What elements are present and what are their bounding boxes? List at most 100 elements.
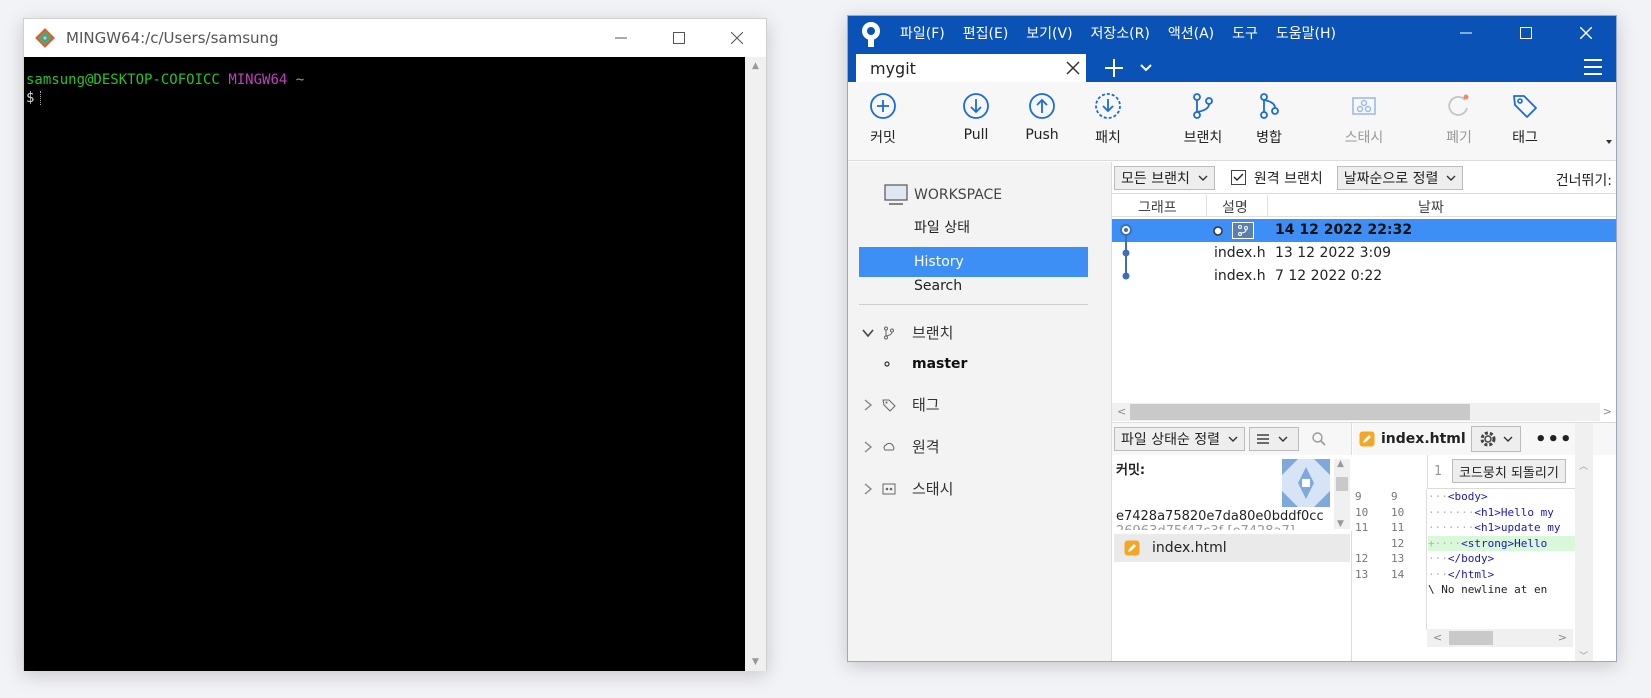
menu-actions[interactable]: 액션(A) [1168, 23, 1214, 43]
maximize-button[interactable] [1496, 16, 1556, 50]
scroll-thumb[interactable] [1336, 477, 1348, 491]
close-tab-icon[interactable] [1064, 59, 1082, 77]
checkmark-icon [1233, 173, 1244, 181]
sidebar-divider [859, 304, 1088, 305]
scroll-right-icon[interactable]: > [1603, 405, 1612, 418]
view-mode-dropdown[interactable] [1249, 427, 1300, 451]
menu-help[interactable]: 도움말(H) [1276, 23, 1336, 43]
diff-line-text: <body> [1447, 490, 1488, 503]
scroll-thumb[interactable] [1449, 631, 1493, 645]
sidebar-item-history[interactable]: History [859, 247, 1088, 277]
title-bar: 파일(F) 편집(E) 보기(V) 저장소(R) 액션(A) 도구 도움말(H)… [848, 16, 1616, 82]
sourcetree-logo-icon [862, 22, 880, 47]
branch-button[interactable]: 브랜치 [1168, 92, 1238, 147]
old-line-number: 9 [1355, 490, 1362, 503]
tag-button[interactable]: 태그 [1490, 92, 1560, 147]
sidebar-section-tags[interactable]: 태그 [862, 394, 940, 415]
metadata-scrollbar[interactable]: ▲ ▼ [1334, 459, 1350, 529]
menu-edit[interactable]: 편집(E) [963, 23, 1009, 43]
sidebar-section-branches[interactable]: 브랜치 [862, 322, 953, 343]
scroll-down-icon[interactable]: ▼ [745, 653, 766, 671]
column-graph[interactable]: 그래프 [1138, 197, 1177, 217]
changed-file-row[interactable]: index.html [1114, 534, 1350, 562]
column-divider[interactable] [1267, 195, 1268, 217]
minimize-button[interactable] [1436, 16, 1496, 50]
chevron-down-icon [1228, 436, 1238, 442]
sidebar-section-remotes[interactable]: 원격 [862, 436, 940, 457]
sidebar-item-file-status[interactable]: 파일 상태 [914, 217, 970, 237]
menu-file[interactable]: 파일(F) [900, 23, 945, 43]
scroll-up-icon[interactable]: ▲ [1337, 459, 1344, 469]
push-button[interactable]: Push [1007, 92, 1077, 143]
diff-line[interactable]: ···</html> [1428, 567, 1578, 583]
chevron-right-icon [864, 398, 873, 411]
search-icon[interactable] [1311, 431, 1327, 447]
diff-line[interactable]: ·······<h1>Hello my [1428, 505, 1578, 521]
scroll-up-icon[interactable]: ▲ [745, 57, 766, 75]
scroll-down-icon[interactable]: ﹀ [1579, 649, 1588, 661]
diff-line[interactable]: ···<body> [1428, 489, 1578, 505]
sort-by-date-dropdown[interactable]: 날짜순으로 정렬 [1336, 165, 1464, 190]
chevron-right-icon [864, 482, 873, 495]
history-horizontal-scrollbar[interactable]: < > [1112, 403, 1612, 421]
diff-line[interactable]: ·······<h1>update my [1428, 520, 1578, 536]
menu-tools[interactable]: 도구 [1232, 23, 1258, 43]
diff-line[interactable]: \ No newline at en [1428, 582, 1578, 598]
diff-horizontal-scrollbar[interactable]: < > [1427, 629, 1573, 647]
maximize-button[interactable] [650, 19, 708, 57]
sidebar-section-stashes[interactable]: 스태시 [862, 478, 953, 499]
commit-hash[interactable]: e7428a75820e7da80e0bddf0cc [1116, 509, 1324, 524]
scroll-up-icon[interactable]: ︿ [1579, 459, 1588, 472]
menu-view[interactable]: 보기(V) [1026, 23, 1072, 43]
stash-button[interactable]: 스태시 [1329, 92, 1399, 147]
column-description[interactable]: 설명 [1222, 197, 1248, 217]
arrow-up-circle-icon [1029, 93, 1055, 119]
revert-hunk-button[interactable]: 코드뭉치 되돌리기 [1452, 459, 1566, 483]
scroll-down-icon[interactable]: ▼ [1337, 519, 1344, 529]
diff-line[interactable]: ···</body> [1428, 551, 1578, 567]
all-branches-dropdown[interactable]: 모든 브랜치 [1114, 165, 1215, 190]
line-number-row: 11 11 [1353, 520, 1426, 536]
new-line-number: 10 [1391, 505, 1405, 519]
changed-files-panel: 파일 상태순 정렬 커밋: ▲ ▼ e7428a75820e7da80e0bdd… [1112, 423, 1352, 661]
menu-repository[interactable]: 저장소(R) [1091, 23, 1150, 43]
toolbar-overflow-icon[interactable] [1606, 140, 1612, 144]
merge-button[interactable]: 병합 [1234, 92, 1304, 147]
diff-options-button[interactable] [1471, 426, 1521, 452]
scroll-left-icon[interactable]: < [1117, 405, 1126, 418]
commit-row[interactable]: index.h 13 12 2022 3:09 [1112, 242, 1616, 265]
hamburger-menu-icon[interactable] [1582, 58, 1604, 76]
column-divider[interactable] [1206, 195, 1207, 217]
tab-dropdown-icon[interactable] [1140, 63, 1152, 73]
prompt-line: samsung@DESKTOP-COFOICC MINGW64 ~ [26, 71, 746, 89]
discard-button[interactable]: 폐기 [1424, 92, 1494, 147]
pull-button[interactable]: Pull [941, 92, 1011, 143]
diff-vertical-scrollbar[interactable]: ︿ ﹀ [1575, 423, 1593, 661]
close-button[interactable] [708, 19, 766, 57]
remote-branches-checkbox[interactable]: 원격 브랜치 [1230, 168, 1323, 188]
stash-icon [882, 483, 896, 494]
commit-button[interactable]: 커밋 [848, 92, 918, 147]
more-options-icon[interactable]: ••• [1535, 429, 1573, 450]
scroll-thumb[interactable] [1130, 404, 1470, 420]
sort-by-status-dropdown[interactable]: 파일 상태순 정렬 [1114, 427, 1246, 451]
repo-tab[interactable]: mygit [856, 54, 1086, 82]
column-date[interactable]: 날짜 [1418, 197, 1444, 217]
merge-icon [1260, 93, 1279, 119]
sidebar-item-master[interactable]: master [884, 356, 967, 372]
commit-row[interactable]: index.h 7 12 2022 0:22 [1112, 265, 1616, 288]
scroll-left-icon[interactable]: < [1433, 631, 1442, 644]
minimize-button[interactable] [592, 19, 650, 57]
hunk-header: 1 코드뭉치 되돌리기 [1427, 455, 1575, 489]
scroll-right-icon[interactable]: > [1558, 631, 1567, 644]
add-tab-icon[interactable] [1103, 57, 1125, 79]
close-button[interactable] [1556, 16, 1616, 50]
commit-row[interactable]: 14 12 2022 22:32 [1112, 219, 1616, 242]
sidebar-item-search[interactable]: Search [914, 278, 962, 294]
terminal-output[interactable]: samsung@DESKTOP-COFOICC MINGW64 ~ $ [24, 57, 746, 671]
diff-panel: index.html ••• 1 코드뭉치 되돌리기 9 9 10 10 11 11 12 1… [1353, 423, 1616, 661]
tag-icon [1513, 95, 1537, 118]
terminal-scrollbar[interactable]: ▲ ▼ [745, 57, 766, 671]
fetch-button[interactable]: 패치 [1073, 92, 1143, 147]
diff-line-added[interactable]: +····<strong>Hello [1428, 535, 1578, 551]
